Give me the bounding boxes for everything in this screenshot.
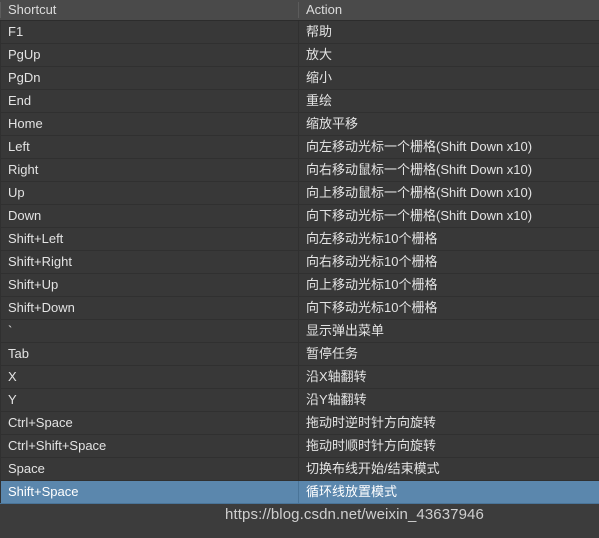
- table-row[interactable]: Shift+Left 向左移动光标10个栅格: [0, 228, 599, 251]
- table-row[interactable]: Home 缩放平移: [0, 113, 599, 136]
- cell-action: 向右移动光标10个栅格: [298, 251, 599, 273]
- cell-action: 显示弹出菜单: [298, 320, 599, 342]
- table-row[interactable]: Ctrl+Space 拖动时逆时针方向旋转: [0, 412, 599, 435]
- column-header-shortcut[interactable]: Shortcut: [0, 0, 298, 20]
- table-row[interactable]: Tab 暂停任务: [0, 343, 599, 366]
- table-header-row: Shortcut Action: [0, 0, 599, 21]
- cell-action: 向右移动鼠标一个栅格(Shift Down x10): [298, 159, 599, 181]
- cell-action: 向下移动光标10个栅格: [298, 297, 599, 319]
- cell-action: 沿X轴翻转: [298, 366, 599, 388]
- table-row[interactable]: Left 向左移动光标一个栅格(Shift Down x10): [0, 136, 599, 159]
- cell-action: 缩小: [298, 67, 599, 89]
- cell-action: 向上移动鼠标一个栅格(Shift Down x10): [298, 182, 599, 204]
- cell-action: 帮助: [298, 21, 599, 43]
- cell-shortcut: Home: [0, 113, 298, 135]
- cell-action: 缩放平移: [298, 113, 599, 135]
- cell-action: 拖动时逆时针方向旋转: [298, 412, 599, 434]
- cell-shortcut: End: [0, 90, 298, 112]
- cell-shortcut: Shift+Right: [0, 251, 298, 273]
- cell-shortcut: Right: [0, 159, 298, 181]
- cell-action: 沿Y轴翻转: [298, 389, 599, 411]
- cell-action: 向左移动光标一个栅格(Shift Down x10): [298, 136, 599, 158]
- cell-action: 重绘: [298, 90, 599, 112]
- table-row[interactable]: F1 帮助: [0, 21, 599, 44]
- cell-shortcut: Tab: [0, 343, 298, 365]
- cell-shortcut: F1: [0, 21, 298, 43]
- cell-shortcut: Shift+Down: [0, 297, 298, 319]
- cell-action: 切换布线开始/结束模式: [298, 458, 599, 480]
- cell-shortcut: X: [0, 366, 298, 388]
- cell-action: 放大: [298, 44, 599, 66]
- cell-shortcut: `: [0, 320, 298, 342]
- cell-action: 暂停任务: [298, 343, 599, 365]
- table-row[interactable]: ` 显示弹出菜单: [0, 320, 599, 343]
- table-row[interactable]: Shift+Up 向上移动光标10个栅格: [0, 274, 599, 297]
- table-row[interactable]: Down 向下移动光标一个栅格(Shift Down x10): [0, 205, 599, 228]
- column-header-action[interactable]: Action: [298, 0, 599, 20]
- table-row[interactable]: Up 向上移动鼠标一个栅格(Shift Down x10): [0, 182, 599, 205]
- cell-action: 循环线放置模式: [298, 481, 599, 503]
- cell-shortcut: Down: [0, 205, 298, 227]
- cell-action: 向左移动光标10个栅格: [298, 228, 599, 250]
- cell-shortcut: Shift+Left: [0, 228, 298, 250]
- cell-shortcut: Space: [0, 458, 298, 480]
- table-row[interactable]: Shift+Down 向下移动光标10个栅格: [0, 297, 599, 320]
- cell-shortcut: Ctrl+Space: [0, 412, 298, 434]
- cell-shortcut: PgDn: [0, 67, 298, 89]
- table-row[interactable]: Space 切换布线开始/结束模式: [0, 458, 599, 481]
- cell-shortcut: PgUp: [0, 44, 298, 66]
- table-row[interactable]: Ctrl+Shift+Space 拖动时顺时针方向旋转: [0, 435, 599, 458]
- cell-shortcut: Up: [0, 182, 298, 204]
- table-row[interactable]: PgUp 放大: [0, 44, 599, 67]
- table-row[interactable]: End 重绘: [0, 90, 599, 113]
- shortcut-table: Shortcut Action F1 帮助 PgUp 放大 PgDn 缩小 End 重绘 Hom…: [0, 0, 599, 538]
- table-empty-area: [0, 504, 599, 538]
- table-row[interactable]: X 沿X轴翻转: [0, 366, 599, 389]
- cell-action: 拖动时顺时针方向旋转: [298, 435, 599, 457]
- cell-action: 向上移动光标10个栅格: [298, 274, 599, 296]
- table-body: F1 帮助 PgUp 放大 PgDn 缩小 End 重绘 Home 缩放平移 Left 向左移动光标一…: [0, 21, 599, 504]
- table-row[interactable]: Shift+Space 循环线放置模式: [0, 481, 599, 504]
- table-row[interactable]: Y 沿Y轴翻转: [0, 389, 599, 412]
- cell-action: 向下移动光标一个栅格(Shift Down x10): [298, 205, 599, 227]
- cell-shortcut: Ctrl+Shift+Space: [0, 435, 298, 457]
- table-row[interactable]: Shift+Right 向右移动光标10个栅格: [0, 251, 599, 274]
- cell-shortcut: Shift+Up: [0, 274, 298, 296]
- cell-shortcut: Y: [0, 389, 298, 411]
- cell-shortcut: Left: [0, 136, 298, 158]
- table-row[interactable]: PgDn 缩小: [0, 67, 599, 90]
- cell-shortcut: Shift+Space: [0, 481, 298, 503]
- table-row[interactable]: Right 向右移动鼠标一个栅格(Shift Down x10): [0, 159, 599, 182]
